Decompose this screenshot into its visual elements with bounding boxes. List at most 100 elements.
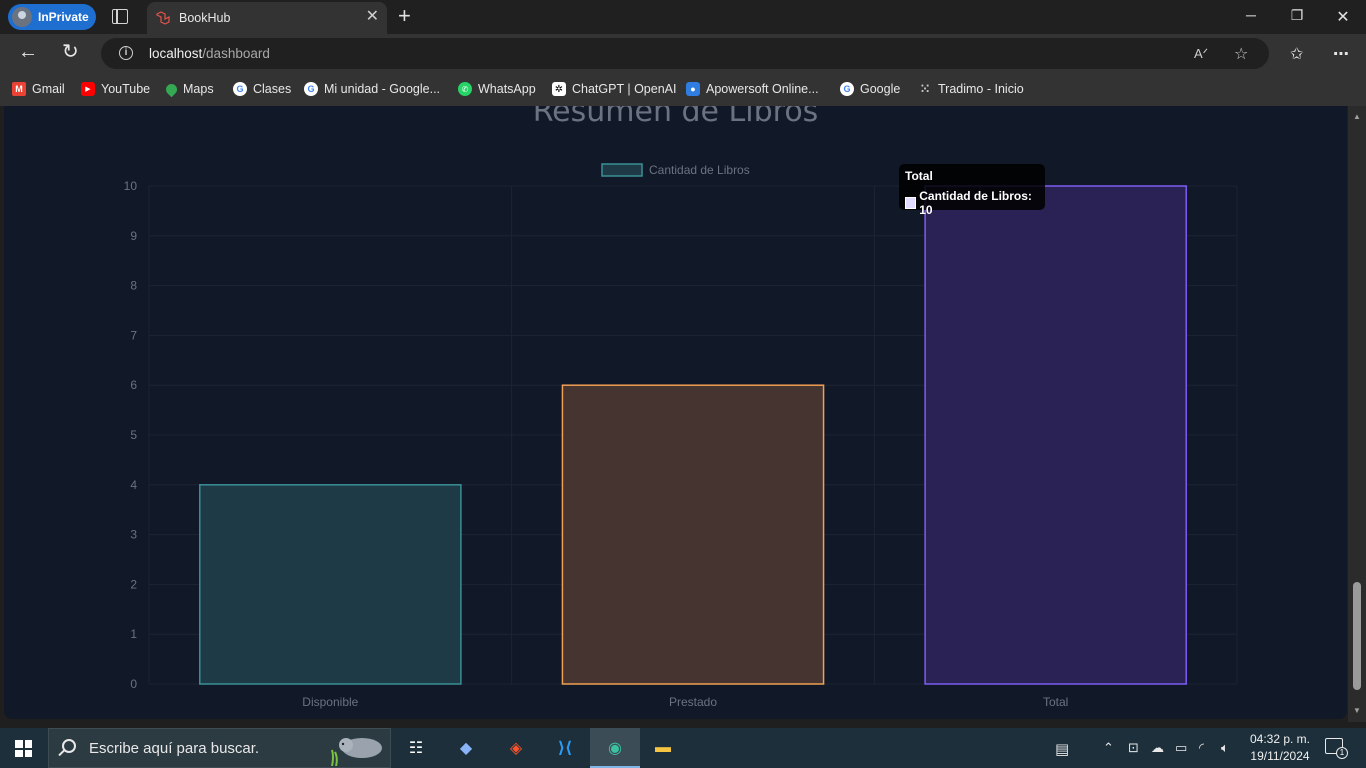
edge-icon: ◉ bbox=[608, 740, 622, 757]
clock-time: 04:32 p. m. bbox=[1249, 732, 1311, 746]
favorite-label: Mi unidad - Google... bbox=[324, 82, 441, 96]
refresh-icon[interactable]: ↻ bbox=[62, 42, 79, 62]
chart-panel: Resumen de Libros 0 1 2 3 4 5 6 7 8 9 10 Cantidad d… bbox=[4, 106, 1347, 719]
url-host: localhost bbox=[149, 46, 203, 61]
tradimo-icon: ⁙ bbox=[919, 82, 931, 96]
y-tick-label: 0 bbox=[130, 677, 137, 691]
google-icon: G bbox=[840, 82, 854, 96]
y-tick-label: 1 bbox=[130, 627, 137, 641]
scroll-thumb[interactable] bbox=[1353, 582, 1361, 690]
laravel-icon bbox=[156, 11, 170, 25]
notification-count: 1 bbox=[1336, 747, 1348, 759]
favorite-google[interactable]: G Google bbox=[840, 82, 900, 96]
y-tick-label: 2 bbox=[130, 577, 137, 591]
new-tab-icon[interactable]: + bbox=[398, 5, 411, 27]
favorite-label: ChatGPT | OpenAI bbox=[572, 82, 677, 96]
brave-icon[interactable]: ◈ bbox=[503, 735, 529, 761]
favorite-label: WhatsApp bbox=[478, 82, 536, 96]
minimize-icon[interactable]: ─ bbox=[1241, 7, 1261, 23]
windows-start-icon[interactable] bbox=[15, 740, 32, 757]
profile-avatar bbox=[12, 7, 32, 27]
browser-tab-bar: InPrivate BookHub ✕ + ─ ❐ ✕ bbox=[0, 0, 1366, 34]
favorite-label: YouTube bbox=[101, 82, 151, 96]
tooltip-title: Total bbox=[905, 169, 933, 183]
favorite-label: Maps bbox=[183, 82, 214, 96]
show-hidden-icons-icon[interactable]: ⌃ bbox=[1103, 740, 1114, 756]
vertical-scrollbar[interactable]: ▲ ▼ bbox=[1348, 106, 1366, 722]
legend-label: Cantidad de Libros bbox=[649, 163, 750, 177]
favorite-maps[interactable]: Maps bbox=[163, 81, 214, 97]
site-info-icon[interactable]: i bbox=[119, 46, 133, 60]
chart-tooltip: Total Cantidad de Libros: 10 bbox=[899, 164, 1045, 217]
read-aloud-icon[interactable]: Aᐟ bbox=[1194, 46, 1208, 62]
maps-icon bbox=[163, 81, 180, 97]
favorite-apowersoft[interactable]: ● Apowersoft Online... bbox=[686, 82, 819, 96]
y-tick-label: 9 bbox=[130, 229, 137, 243]
tab-bookhub[interactable]: BookHub ✕ bbox=[147, 2, 387, 34]
favorite-chatgpt[interactable]: ✲ ChatGPT | OpenAI bbox=[552, 82, 676, 96]
battery-icon[interactable]: ▭ bbox=[1175, 740, 1187, 756]
windows-taskbar: Escribe aquí para buscar. ☷ ◆ ◈ ⟩⟨ ◉ ▬ ▤… bbox=[0, 728, 1366, 768]
y-tick-label: 10 bbox=[124, 179, 138, 193]
close-window-icon[interactable]: ✕ bbox=[1333, 7, 1353, 27]
close-tab-icon[interactable]: ✕ bbox=[366, 9, 379, 25]
favorite-label: Clases bbox=[253, 82, 292, 96]
notification-center-icon[interactable]: 1 bbox=[1325, 738, 1348, 759]
bar bbox=[561, 384, 825, 685]
more-menu-icon[interactable]: ⋯ bbox=[1333, 44, 1349, 64]
whatsapp-icon: ✆ bbox=[458, 82, 472, 96]
url-path: /dashboard bbox=[202, 46, 270, 61]
favorite-whatsapp[interactable]: ✆ WhatsApp bbox=[458, 82, 536, 96]
favorite-youtube[interactable]: ▶ YouTube bbox=[81, 82, 150, 96]
tooltip-text: Cantidad de Libros: 10 bbox=[919, 189, 1032, 217]
tooltip-row: Cantidad de Libros: 10 bbox=[905, 189, 1039, 217]
y-tick-label: 4 bbox=[130, 478, 137, 492]
youtube-icon: ▶ bbox=[81, 82, 95, 96]
taskbar-search-box[interactable]: Escribe aquí para buscar. bbox=[48, 728, 391, 768]
x-tick-label: Total bbox=[1043, 695, 1068, 709]
system-clock[interactable]: 04:32 p. m. 19/11/2024 bbox=[1244, 731, 1316, 765]
bar bbox=[199, 484, 462, 685]
y-tick-label: 6 bbox=[130, 378, 137, 392]
clock-date: 19/11/2024 bbox=[1250, 749, 1310, 763]
bar bbox=[924, 185, 1187, 685]
favorite-clases[interactable]: G Clases bbox=[233, 82, 291, 96]
task-view-icon[interactable]: ☷ bbox=[403, 735, 429, 761]
search-icon bbox=[62, 739, 76, 753]
y-tick-label: 3 bbox=[130, 528, 137, 542]
google-icon: G bbox=[233, 82, 247, 96]
file-explorer-icon[interactable]: ▬ bbox=[650, 735, 676, 761]
address-bar[interactable]: i localhost/dashboard Aᐟ ☆ bbox=[101, 38, 1269, 69]
edge-taskbar-button[interactable]: ◉ bbox=[590, 728, 640, 768]
favorite-label: Google bbox=[860, 82, 901, 96]
x-tick-label: Disponible bbox=[302, 695, 358, 709]
gmail-icon: M bbox=[12, 82, 26, 96]
meet-now-icon[interactable]: ⊡ bbox=[1128, 740, 1139, 756]
back-icon[interactable]: ← bbox=[18, 42, 38, 62]
tooltip-swatch bbox=[905, 197, 917, 209]
inprivate-badge[interactable]: InPrivate bbox=[8, 4, 96, 30]
search-placeholder: Escribe aquí para buscar. bbox=[89, 739, 260, 757]
news-widget-icon[interactable]: ▤ bbox=[1055, 740, 1069, 758]
wifi-icon[interactable]: ◜ bbox=[1199, 740, 1204, 756]
scroll-down-icon[interactable]: ▼ bbox=[1353, 706, 1361, 715]
y-tick-label: 8 bbox=[130, 279, 137, 293]
favorite-tradimo[interactable]: ⁙ Tradimo - Inicio bbox=[918, 82, 1024, 96]
legend-swatch bbox=[601, 163, 643, 177]
copilot-icon[interactable]: ◆ bbox=[453, 735, 479, 761]
favorite-star-icon[interactable]: ☆ bbox=[1234, 44, 1248, 64]
onedrive-icon[interactable]: ☁ bbox=[1151, 740, 1164, 756]
favorite-gmail[interactable]: M Gmail bbox=[12, 82, 65, 96]
scroll-up-icon[interactable]: ▲ bbox=[1353, 112, 1361, 121]
restore-icon[interactable]: ❐ bbox=[1287, 7, 1307, 24]
address-toolbar: ← ↻ i localhost/dashboard Aᐟ ☆ ✩ ⋯ bbox=[0, 34, 1366, 74]
favorites-icon[interactable]: ✩ bbox=[1290, 44, 1303, 64]
tab-actions-icon[interactable] bbox=[112, 9, 128, 24]
openai-icon: ✲ bbox=[552, 82, 566, 96]
favorite-mi-unidad[interactable]: G Mi unidad - Google... bbox=[304, 82, 440, 96]
google-icon: G bbox=[304, 82, 318, 96]
volume-icon[interactable]: 🔈︎ bbox=[1221, 740, 1229, 756]
y-tick-label: 5 bbox=[130, 428, 137, 442]
vscode-icon[interactable]: ⟩⟨ bbox=[552, 735, 578, 761]
y-tick-label: 7 bbox=[130, 328, 137, 342]
